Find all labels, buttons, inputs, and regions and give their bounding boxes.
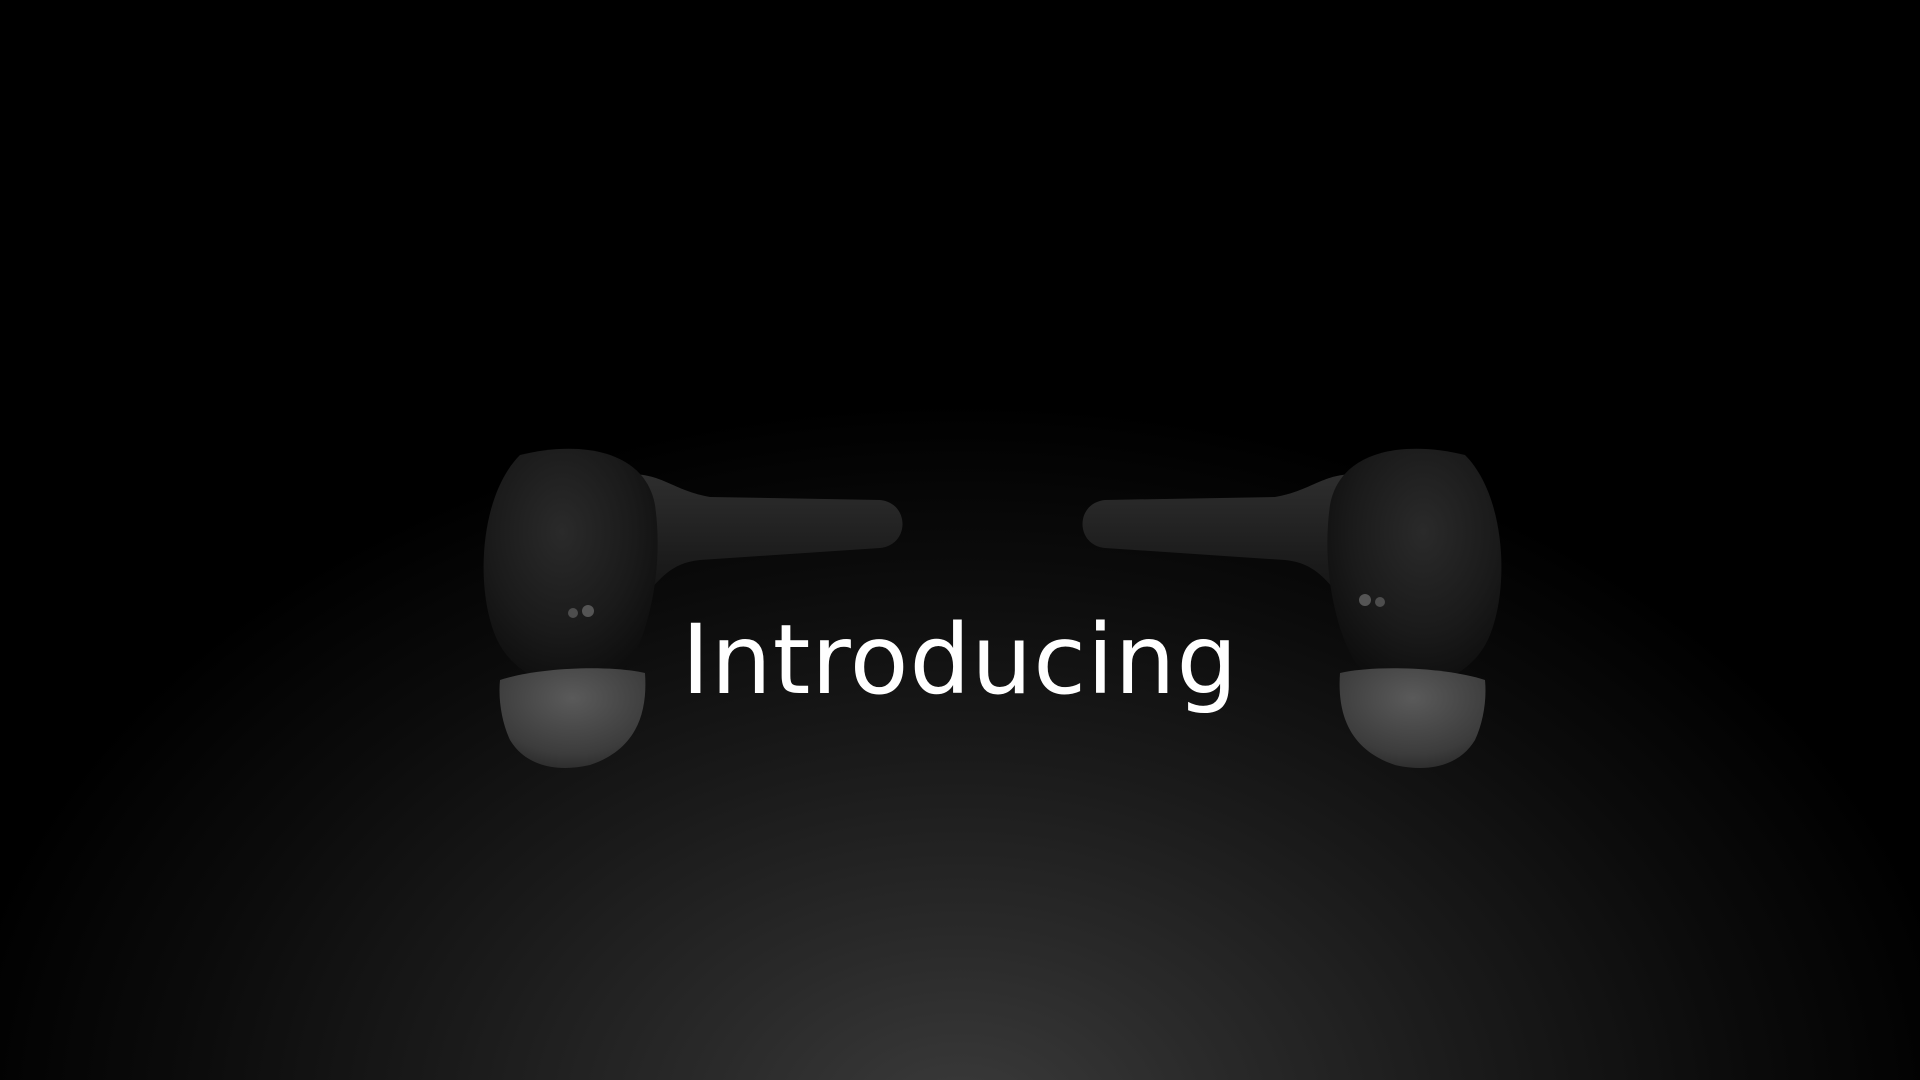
intro-stage: Introducing <box>0 0 1920 1080</box>
headline-introducing: Introducing <box>681 604 1239 716</box>
